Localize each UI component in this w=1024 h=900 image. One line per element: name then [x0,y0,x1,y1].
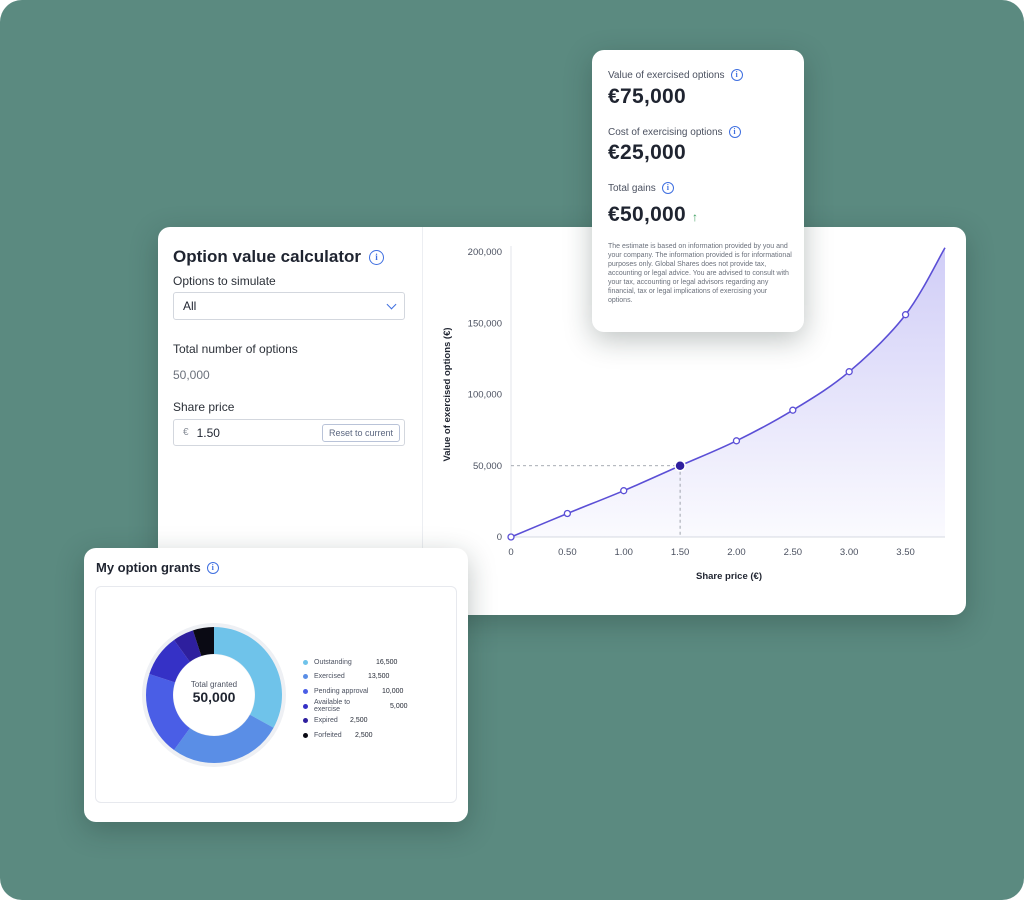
data-point [620,487,628,495]
cost-exercising-value: €25,000 [608,141,687,164]
info-icon[interactable]: i [206,561,219,574]
data-point [507,533,515,541]
calculator-title-text: Option value calculator [173,247,361,266]
info-icon[interactable]: i [730,69,743,81]
x-tick-label: 0 [508,547,513,558]
cost-exercising-label-text: Cost of exercising options [608,126,723,138]
x-tick-label: 3.50 [896,547,915,558]
x-tick-label: 1.00 [614,547,633,558]
legend-label: Expired [314,717,338,725]
legend-value: 16,500 [376,658,398,666]
currency-symbol: € [183,427,189,438]
legend-label: Available to exercise [314,699,351,714]
donut-center: Total granted 50,000 [159,680,269,705]
exercised-options-label: Value of exercised options i [608,69,743,81]
options-selected-value: All [183,299,197,313]
grants-legend: Outstanding 16,500 Exercised 13,500 Pendin… [303,655,408,743]
y-tick-label: 0 [497,532,502,543]
arrow-up-icon: ↑ [692,210,699,224]
grants-panel: Total granted 50,000 Outstanding 16,500 E… [95,586,457,803]
legend-item: Expired 2,500 [303,713,408,728]
legend-value: 10,000 [382,687,404,695]
cost-exercising-label: Cost of exercising options i [608,126,741,138]
reset-to-current-button[interactable]: Reset to current [321,423,400,442]
x-tick-label: 0.50 [558,547,577,558]
legend-dot [303,674,308,680]
x-axis-title: Share price (€) [696,571,762,582]
legend-item: Exercised 13,500 [303,670,408,685]
disclaimer-text: The estimate is based on information pro… [608,243,792,304]
options-to-simulate-select[interactable]: All [173,292,405,320]
y-tick-label: 200,000 [468,247,502,258]
highlight-point [674,460,686,472]
data-point [732,437,741,445]
option-grants-card: My option grants i Total granted 50,000 … [84,548,468,822]
legend-dot [303,718,308,724]
total-granted-label: Total granted [190,680,238,689]
legend-item: Pending approval 10,000 [303,684,408,699]
legend-value: 2,500 [350,717,368,725]
y-axis-title: Value of exercised options (€) [442,327,453,461]
total-gains-label-text: Total gains [608,182,656,194]
data-point [845,368,853,376]
total-options-label: Total number of options [173,342,298,356]
legend-label: Forfeited [314,731,342,739]
x-tick-label: 1.50 [671,547,690,558]
legend-item: Forfeited 2,500 [303,728,408,743]
legend-dot [303,688,308,694]
summary-card: Value of exercised options i €75,000 Cos… [592,50,804,332]
grants-title: My option grants i [96,560,219,575]
legend-value: 5,000 [390,702,408,710]
share-price-value: 1.50 [196,425,220,440]
x-tick-label: 2.50 [784,547,803,558]
y-tick-label: 100,000 [468,390,502,401]
legend-label: Exercised [314,673,345,681]
legend-item: Outstanding 16,500 [303,655,408,670]
legend-label: Outstanding [314,658,352,666]
share-price-input[interactable]: € 1.50 Reset to current [173,419,405,446]
exercised-options-label-text: Value of exercised options [608,69,725,81]
legend-label: Pending approval [314,687,369,695]
options-to-simulate-label: Options to simulate [173,274,276,288]
info-icon[interactable]: i [369,249,384,265]
grants-title-text: My option grants [96,560,201,575]
legend-dot [303,703,308,709]
y-tick-label: 150,000 [468,318,502,329]
data-point [789,406,797,414]
total-gains-label: Total gains i [608,182,674,194]
chevron-down-icon [386,299,397,309]
legend-dot [303,732,308,738]
share-price-label: Share price [173,400,235,414]
legend-item: Available to exercise 5,000 [303,699,408,714]
legend-dot [303,659,308,665]
legend-value: 13,500 [368,673,390,681]
total-granted-value: 50,000 [192,689,236,705]
total-gains-row: €50,000 ↑ [608,203,698,227]
legend-value: 2,500 [355,731,373,739]
y-tick-label: 50,000 [473,461,502,472]
info-icon[interactable]: i [728,126,741,138]
data-point [563,509,572,518]
data-point [901,311,910,319]
x-tick-label: 2.00 [727,547,746,558]
x-tick-label: 3.00 [840,547,859,558]
total-gains-value: €50,000 [608,203,687,226]
exercised-options-value: €75,000 [608,85,687,108]
total-options-value: 50,000 [173,368,210,382]
calculator-title: Option value calculator i [173,247,384,267]
info-icon[interactable]: i [661,182,674,194]
